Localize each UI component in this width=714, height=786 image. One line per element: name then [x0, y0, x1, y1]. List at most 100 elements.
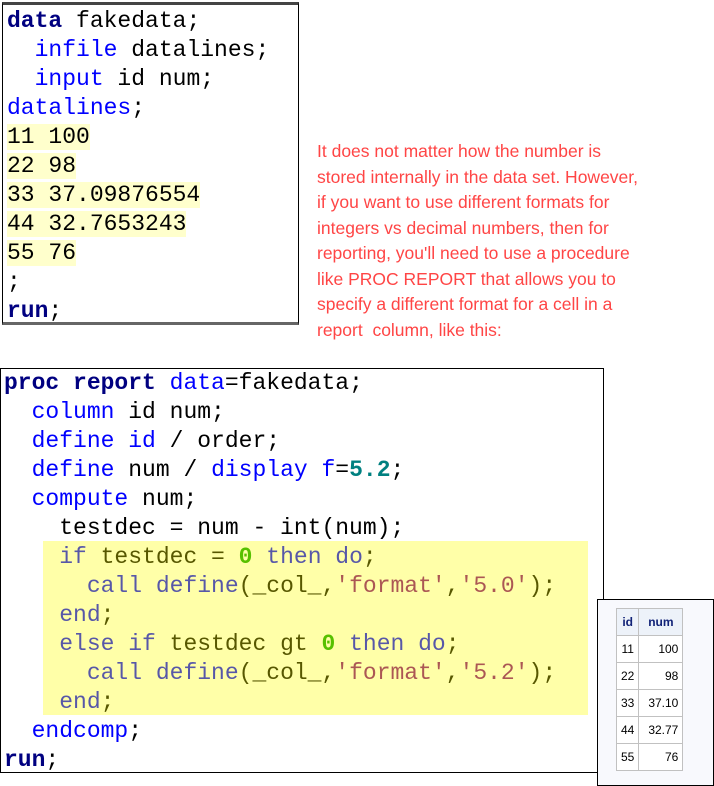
note-line: report column, like this: [317, 319, 502, 340]
code-token: 33 37.09876554 [7, 182, 201, 208]
code-token: 44 32.7653243 [7, 211, 187, 237]
note-line: specify a different format for a cell in… [317, 294, 613, 314]
code-token: '5.2' [459, 660, 529, 686]
code-line: run; [4, 746, 603, 775]
code-token: (_col_, [238, 573, 336, 599]
code-line: compute num; [4, 485, 603, 514]
code-token: ); [528, 660, 557, 686]
code-token: ; [445, 631, 460, 657]
note-line: It does not matter how the number is [317, 141, 602, 161]
note-line: like PROC REPORT that allows you to [317, 268, 616, 289]
code-token: infile [34, 37, 118, 63]
code-line: if testdec = 0 then do; [4, 543, 603, 572]
code-token: data [7, 8, 63, 34]
code-line: 55 76 [7, 239, 298, 268]
code-token: define [31, 457, 115, 483]
code-line: endcomp; [4, 717, 603, 746]
code-line: else if testdec gt 0 then do; [4, 630, 603, 659]
code-line: define id / order; [4, 427, 603, 456]
cell-num: 32.77 [638, 716, 684, 744]
code-line: input id num; [7, 65, 298, 94]
cell-id: 44 [615, 716, 640, 744]
code-line: call define(_col_,'format','5.2'); [4, 659, 603, 688]
code-token: num / [114, 457, 212, 483]
code-token: testdec = [86, 544, 239, 570]
code-token: ; [100, 689, 115, 715]
code-token: if [59, 544, 87, 570]
note-line: if you want to use different formats for [317, 192, 610, 212]
code-token: 5.2 [349, 457, 391, 483]
code-line: proc report data=fakedata; [4, 369, 603, 398]
table-row: 44 32.77 [615, 716, 684, 744]
code-token: 11 100 [7, 124, 90, 150]
table-row: 22 98 [615, 662, 684, 690]
cell-id: 22 [615, 662, 640, 690]
code-token: datalines; [117, 37, 270, 63]
code-token: ; [131, 95, 146, 121]
code-token: id num; [114, 399, 225, 425]
code-token: 'format' [335, 660, 446, 686]
code-line: call define(_col_,'format','5.0'); [4, 572, 603, 601]
code-token: call define [86, 660, 239, 686]
code-line: end; [4, 688, 603, 717]
table-row: 55 76 [615, 743, 684, 771]
code-line: 44 32.7653243 [7, 210, 298, 239]
note-line: integers vs decimal numbers, then for [317, 217, 609, 238]
report-output: id num 11 100 22 98 33 37.10 44 32.77 55 76 [597, 599, 714, 786]
code-token: data [169, 370, 225, 396]
report-table: id num 11 100 22 98 33 37.10 44 32.77 55 76 [615, 608, 684, 771]
code-token: (_col_, [238, 660, 336, 686]
cell-id: 33 [615, 689, 640, 717]
proc-report-code-block: proc report data=fakedata; column id num… [0, 368, 604, 773]
code-token: 55 76 [7, 240, 77, 266]
code-token: =fakedata; [224, 370, 363, 396]
code-token: end [59, 602, 101, 628]
code-token: run [4, 747, 46, 773]
code-line: 33 37.09876554 [7, 181, 298, 210]
code-token: input [34, 66, 104, 92]
explanation-note: It does not matter how the number is stor… [317, 139, 707, 343]
code-token: define id [31, 428, 156, 454]
cell-id: 11 [615, 635, 640, 663]
code-line: end; [4, 601, 603, 630]
code-token: , [445, 573, 460, 599]
code-token: ; [45, 747, 60, 773]
code-line: datalines; [7, 94, 298, 123]
note-line: stored internally in the data set. Howev… [317, 166, 639, 187]
code-token: ; [48, 298, 63, 324]
code-line: 22 98 [7, 152, 298, 181]
code-token: column [31, 399, 115, 425]
header-num: num [638, 608, 684, 636]
cell-id: 55 [615, 743, 640, 771]
code-token: '5.0' [459, 573, 529, 599]
cell-num: 76 [638, 743, 684, 771]
code-token: ); [528, 573, 557, 599]
code-token: testdec = num - int(num); [4, 515, 405, 541]
code-token: id num; [103, 66, 215, 92]
code-line: 11 100 [7, 123, 298, 152]
table-row: 11 100 [615, 635, 684, 663]
code-token: display f [211, 457, 336, 483]
code-token: 0 [238, 544, 253, 570]
code-token: 22 98 [7, 153, 77, 179]
code-token: ; [7, 269, 21, 295]
code-token: run [7, 298, 49, 324]
code-line: ; [7, 268, 298, 297]
code-token: endcomp [31, 718, 129, 744]
code-token: = [335, 457, 350, 483]
table-row: 33 37.10 [615, 689, 684, 717]
code-token: proc report [4, 370, 156, 396]
code-token: testdec gt [155, 631, 322, 657]
code-token: num; [128, 486, 198, 512]
